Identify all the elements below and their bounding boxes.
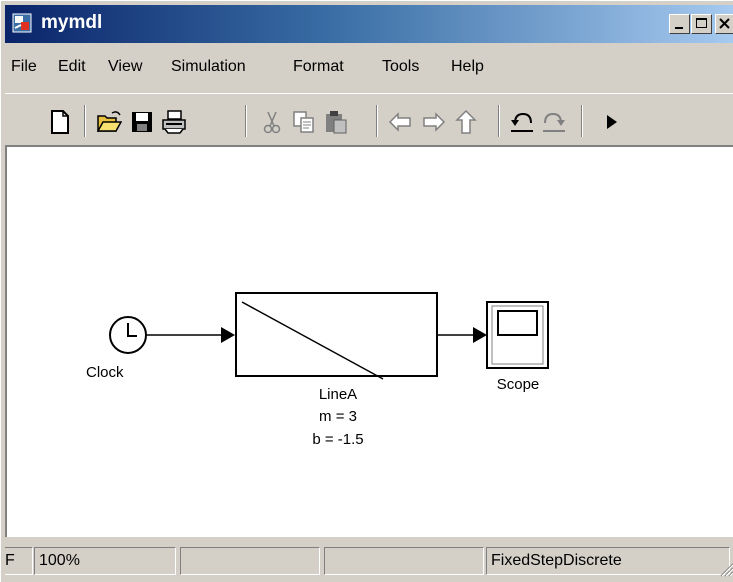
status-zoom: 100% (34, 547, 176, 575)
clock-label: Clock (86, 364, 124, 381)
block-diagram: Clock LineA m = 3 b = -1.5 Scope (86, 292, 549, 448)
arrowhead (473, 327, 487, 343)
model-window: mymdl File Edit View Simulation Format T… (0, 0, 733, 582)
new-file-icon[interactable] (47, 109, 73, 135)
close-button[interactable] (715, 14, 733, 34)
menu-help[interactable]: Help (451, 57, 484, 77)
undo-icon[interactable] (509, 109, 535, 135)
redo-icon[interactable] (541, 109, 567, 135)
menu-bar: File Edit View Simulation Format Tools H… (5, 53, 733, 83)
status-pane-empty (180, 547, 320, 575)
linea-param-m: m = 3 (319, 408, 357, 425)
arrowhead (221, 327, 235, 343)
scope-label: Scope (497, 376, 540, 393)
menu-tools[interactable]: Tools (382, 57, 419, 77)
maximize-button[interactable] (691, 14, 712, 34)
menu-format[interactable]: Format (293, 57, 344, 77)
minimize-button[interactable] (669, 14, 690, 34)
linea-param-b: b = -1.5 (312, 431, 363, 448)
toolbar-separator (376, 105, 378, 137)
up-arrow-icon[interactable] (453, 109, 479, 135)
status-bar: F 100% FixedStepDiscrete (5, 543, 733, 579)
title-bar[interactable]: mymdl (5, 5, 733, 43)
scope-block[interactable] (486, 301, 549, 369)
status-pane-empty (324, 547, 484, 575)
clock-block[interactable] (109, 316, 147, 354)
menu-view[interactable]: View (108, 57, 142, 77)
print-icon[interactable] (161, 109, 187, 135)
toolbar-separator (581, 105, 583, 137)
forward-arrow-icon[interactable] (421, 109, 447, 135)
menu-simulation[interactable]: Simulation (171, 57, 246, 77)
maximize-icon (696, 18, 707, 28)
linea-label: LineA (319, 386, 357, 403)
cut-icon[interactable] (259, 109, 285, 135)
back-arrow-icon[interactable] (387, 109, 413, 135)
copy-icon[interactable] (291, 109, 317, 135)
solver-name: FixedStepDiscrete (491, 552, 622, 569)
toolbar-separator (498, 105, 500, 137)
status-solver: FixedStepDiscrete (486, 547, 730, 575)
linea-block[interactable] (235, 292, 438, 380)
minimize-icon (675, 27, 683, 29)
menu-edit[interactable]: Edit (58, 57, 86, 77)
status-ready: F (5, 547, 33, 575)
menu-file[interactable]: File (11, 57, 37, 77)
status-ready-text: F (5, 552, 15, 569)
toolbar-separator (245, 105, 247, 137)
simulink-app-icon (12, 13, 32, 33)
zoom-level: 100% (39, 552, 80, 569)
paste-icon[interactable] (323, 109, 349, 135)
start-simulation-icon[interactable] (599, 109, 625, 135)
open-folder-icon[interactable] (96, 109, 122, 135)
model-canvas[interactable]: Clock LineA m = 3 b = -1.5 Scope (5, 145, 733, 537)
resize-grip-icon[interactable] (716, 559, 733, 577)
toolbar-separator (84, 105, 86, 137)
window-title: mymdl (41, 12, 103, 33)
close-icon (719, 18, 730, 29)
save-icon[interactable] (129, 109, 155, 135)
